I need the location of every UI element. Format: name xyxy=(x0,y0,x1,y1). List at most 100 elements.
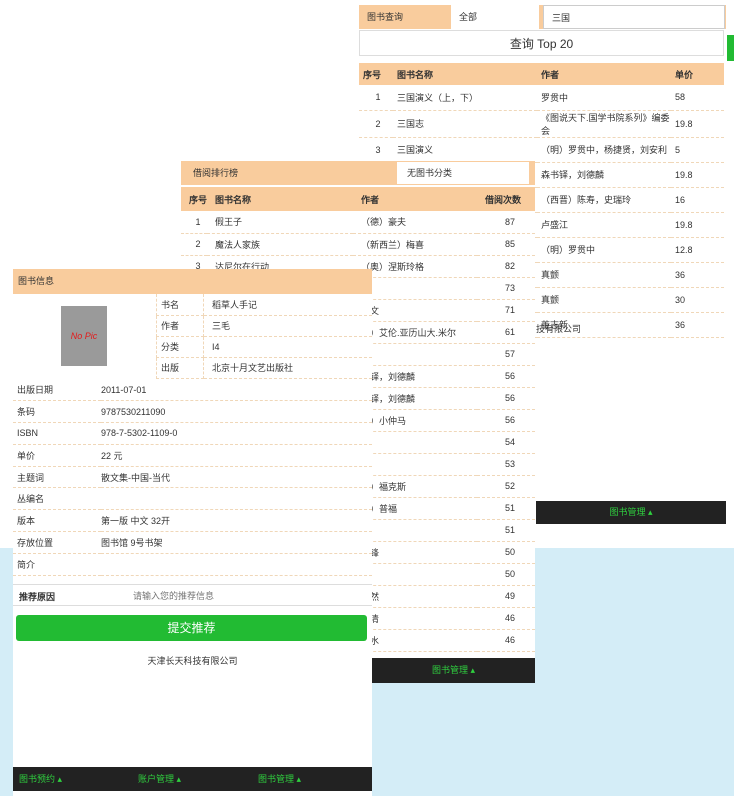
table-cell: 30 xyxy=(671,287,724,313)
footer-nav-reservation[interactable]: 图书预约 ▴ xyxy=(19,767,62,791)
ranking-bar: 借阅排行榜 无图书分类 xyxy=(181,161,535,185)
table-cell: 5 xyxy=(671,137,724,163)
field-row: 主题词 散文集-中国-当代 xyxy=(13,466,372,489)
field-value: 978-7-5302-1109-0 xyxy=(101,422,372,445)
field-label: 丛编名 xyxy=(13,487,101,511)
field-row: 作者 三毛 xyxy=(156,315,372,337)
field-label: 作者 xyxy=(156,315,204,337)
table-cell: 58 xyxy=(671,85,724,111)
footer-nav-account[interactable]: 账户管理 ▴ xyxy=(138,767,181,791)
column-header: 作者 xyxy=(541,69,560,80)
table-cell: 《图说天下.国学书院系列》编委会 xyxy=(537,110,671,138)
table-cell: 36 xyxy=(671,312,724,338)
results-title: 查询 Top 20 xyxy=(359,30,724,56)
table-cell: 2 xyxy=(181,233,207,256)
table-row[interactable]: 1 假王子 （德）豪夫 87 xyxy=(181,211,535,234)
field-label: ISBN xyxy=(13,422,101,445)
table-row[interactable]: 3 三国演义 （明）罗贯中，杨捷贤，刘安利 5 xyxy=(359,137,724,163)
search-bar: 图书查询 全部 三国 xyxy=(359,5,726,29)
column-header: 序号 xyxy=(189,194,208,205)
reason-input[interactable] xyxy=(133,587,363,604)
table-cell: 46 xyxy=(477,607,535,630)
field-label: 出版日期 xyxy=(13,379,101,402)
table-cell: 49 xyxy=(477,585,535,608)
table-cell: 46 xyxy=(477,629,535,652)
table-cell: 56 xyxy=(477,387,535,410)
field-value: 22 元 xyxy=(101,444,372,467)
table-cell: 三国演义（上，下） xyxy=(393,85,537,111)
submit-recommend-button[interactable]: 提交推荐 xyxy=(16,615,367,641)
field-value: 散文集-中国-当代 xyxy=(101,466,372,489)
book-summary: 书名 稻草人手记 作者 三毛 分类 I4 出版 北京十月文艺出版社 xyxy=(156,294,372,379)
table-cell: 61 xyxy=(477,321,535,344)
column-header: 序号 xyxy=(363,69,382,80)
field-row: 条码 9787530211090 xyxy=(13,400,372,424)
field-row: 出版日期 2011-07-01 xyxy=(13,379,372,402)
book-cover-placeholder: No Pic xyxy=(61,306,107,366)
reason-label: 推荐原因 xyxy=(19,592,56,602)
ranking-label: 借阅排行榜 xyxy=(193,168,239,178)
table-cell: 56 xyxy=(477,409,535,432)
table-cell: 19.8 xyxy=(671,110,724,138)
footer-nav-book-management[interactable]: 图书管理 ▴ xyxy=(372,658,535,683)
footer-nav-book-management[interactable]: 图书管理 ▴ xyxy=(258,767,301,791)
table-cell: 71 xyxy=(477,299,535,322)
field-label: 出版 xyxy=(156,357,204,379)
table-cell: （西晋）陈寿，史瑞玲 xyxy=(537,187,671,213)
table-row[interactable]: 2 三国志 《图说天下.国学书院系列》编委会 19.8 xyxy=(359,110,724,138)
field-row: 存放位置 图书馆 9号书架 xyxy=(13,531,372,554)
category-filter-select[interactable]: 无图书分类 xyxy=(397,162,529,184)
column-header: 单价 xyxy=(675,69,694,80)
field-value: 第一版 中文 32开 xyxy=(101,509,372,533)
table-row[interactable]: 2 魔法人家族 （新西兰）梅喜 85 xyxy=(181,233,535,256)
company-text: 天津长天科技有限公司 xyxy=(147,656,238,666)
footer-nav: 图书预约 ▴ 账户管理 ▴ 图书管理 ▴ xyxy=(13,767,372,791)
table-cell: 87 xyxy=(477,211,535,234)
field-row: 出版 北京十月文艺出版社 xyxy=(156,357,372,379)
field-value xyxy=(101,487,372,511)
field-label: 简介 xyxy=(13,553,101,576)
table-cell: （明）罗贯中 xyxy=(537,237,671,263)
table-cell: 16 xyxy=(671,187,724,213)
table-row[interactable]: 1 三国演义（上，下） 罗贯中 58 xyxy=(359,85,724,111)
table-cell: 三国志 xyxy=(393,110,537,138)
table-cell: 罗贯中 xyxy=(537,85,671,111)
field-value xyxy=(101,553,372,576)
table-cell: 19.8 xyxy=(671,162,724,188)
table-cell: 19.8 xyxy=(671,212,724,238)
table-cell: 56 xyxy=(477,365,535,388)
field-row: 书名 稻草人手记 xyxy=(156,294,372,316)
category-select[interactable]: 全部 xyxy=(451,5,539,29)
field-label: 书名 xyxy=(156,294,204,316)
table-cell: 魔法人家族 xyxy=(207,233,353,256)
keyword-input[interactable]: 三国 xyxy=(543,5,725,29)
table-cell: 2 xyxy=(359,110,393,138)
field-value: 9787530211090 xyxy=(101,400,372,424)
book-detail-screen: 图书信息 No Pic 书名 稻草人手记 作者 三毛 分类 I4 出版 北京十月文艺出版社 出… xyxy=(13,269,372,796)
field-label: 分类 xyxy=(156,336,204,358)
footer-nav-book-management[interactable]: 图书管理 ▴ xyxy=(536,501,726,524)
table-cell: 53 xyxy=(477,453,535,476)
search-label: 图书查询 xyxy=(367,12,404,22)
table-cell: 73 xyxy=(477,277,535,300)
table-cell: 3 xyxy=(359,137,393,163)
table-cell: 三国演义 xyxy=(393,137,537,163)
field-value: 北京十月文艺出版社 xyxy=(203,357,372,379)
table-cell: 12.8 xyxy=(671,237,724,263)
table-cell: 54 xyxy=(477,431,535,454)
column-header: 作者 xyxy=(361,194,380,205)
field-value: I4 xyxy=(203,336,372,358)
field-label: 存放位置 xyxy=(13,531,101,554)
field-row: 单价 22 元 xyxy=(13,444,372,467)
detail-header: 图书信息 xyxy=(13,269,372,294)
field-value: 2011-07-01 xyxy=(101,379,372,402)
table-cell: （新西兰）梅喜 xyxy=(353,233,477,256)
column-header: 借阅次数 xyxy=(485,194,522,205)
field-label: 版本 xyxy=(13,509,101,533)
field-row: ISBN 978-7-5302-1109-0 xyxy=(13,422,372,445)
table-cell: （明）罗贯中，杨捷贤，刘安利 xyxy=(537,137,671,163)
field-row: 版本 第一版 中文 32开 xyxy=(13,509,372,533)
table-cell: 假王子 xyxy=(207,211,353,234)
company-text: 技有限公司 xyxy=(536,324,582,334)
column-header: 图书名称 xyxy=(397,69,434,80)
